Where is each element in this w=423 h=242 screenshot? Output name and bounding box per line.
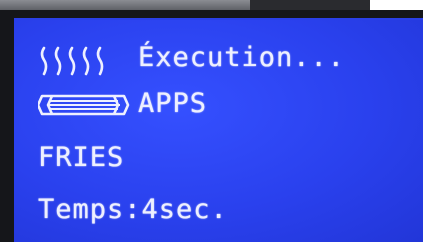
food-row: FRIES — [38, 142, 408, 182]
heat-waves-icon — [40, 46, 104, 76]
food-text: FRIES — [38, 142, 125, 173]
status-text: Éxecution... — [138, 42, 346, 73]
mode-row: APPS — [38, 88, 408, 128]
time-row: Temps:4sec. — [38, 194, 408, 234]
status-row: Éxecution... — [38, 42, 408, 82]
device-top-bezel-shadow — [250, 0, 370, 10]
mode-text: APPS — [138, 88, 208, 119]
fryer-basket-icon — [38, 94, 130, 116]
lcd-screen: Éxecution... APPS FRIES Temps:4sec. — [14, 18, 423, 242]
time-text: Temps:4sec. — [38, 194, 228, 225]
